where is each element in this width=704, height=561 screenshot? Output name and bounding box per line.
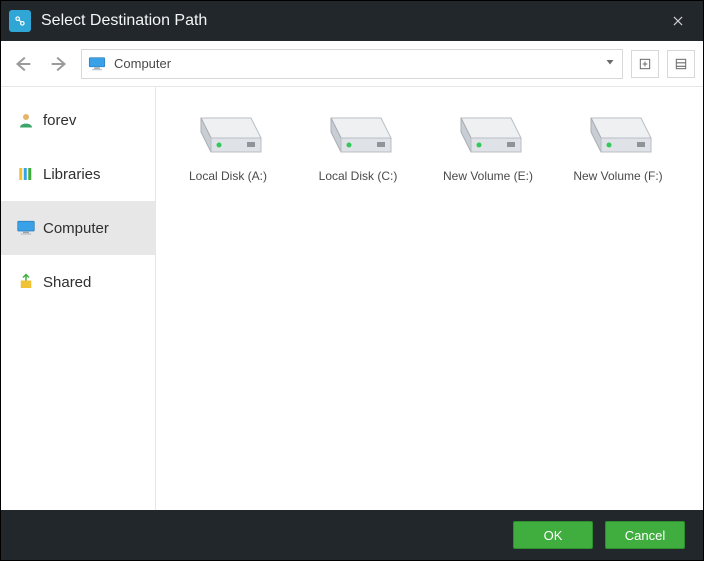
footer: OK Cancel	[1, 510, 703, 560]
drive-label: New Volume (F:)	[573, 169, 662, 183]
forward-button[interactable]	[45, 50, 73, 78]
sidebar-item-shared[interactable]: Shared	[1, 255, 155, 309]
drive-label: Local Disk (A:)	[189, 169, 267, 183]
dialog-window: Select Destination Path Computer	[0, 0, 704, 561]
sidebar-item-label: forev	[43, 112, 76, 129]
libraries-icon	[17, 165, 35, 183]
drive-icon	[323, 105, 393, 165]
ok-button[interactable]: OK	[513, 521, 593, 549]
user-icon	[17, 111, 35, 129]
shared-icon	[17, 273, 35, 291]
body: forev Libraries	[1, 87, 703, 510]
titlebar: Select Destination Path	[1, 1, 703, 41]
window-title: Select Destination Path	[41, 12, 663, 30]
computer-icon	[88, 57, 106, 71]
new-folder-button[interactable]	[631, 50, 659, 78]
sidebar: forev Libraries	[1, 87, 156, 510]
sidebar-item-label: Libraries	[43, 166, 101, 183]
sidebar-item-libraries[interactable]: Libraries	[1, 147, 155, 201]
sidebar-item-computer[interactable]: Computer	[1, 201, 155, 255]
computer-icon	[17, 219, 35, 237]
drive-icon	[193, 105, 263, 165]
drive-icon	[583, 105, 653, 165]
path-dropdown-icon	[604, 56, 616, 71]
path-label: Computer	[114, 56, 171, 71]
path-combobox[interactable]: Computer	[81, 49, 623, 79]
drive-label: New Volume (E:)	[443, 169, 533, 183]
cancel-button[interactable]: Cancel	[605, 521, 685, 549]
back-button[interactable]	[9, 50, 37, 78]
drive-list: Local Disk (A:) Local Disk (C:)	[156, 87, 703, 510]
app-icon	[9, 10, 31, 32]
drive-item[interactable]: Local Disk (C:)	[298, 105, 418, 205]
nav-row: Computer	[1, 41, 703, 87]
drive-item[interactable]: Local Disk (A:)	[168, 105, 288, 205]
sidebar-item-user[interactable]: forev	[1, 93, 155, 147]
sidebar-item-label: Shared	[43, 274, 91, 291]
close-button[interactable]	[663, 6, 693, 36]
drive-icon	[453, 105, 523, 165]
drive-item[interactable]: New Volume (F:)	[558, 105, 678, 205]
drive-label: Local Disk (C:)	[319, 169, 398, 183]
sidebar-item-label: Computer	[43, 220, 109, 237]
view-button[interactable]	[667, 50, 695, 78]
drive-item[interactable]: New Volume (E:)	[428, 105, 548, 205]
